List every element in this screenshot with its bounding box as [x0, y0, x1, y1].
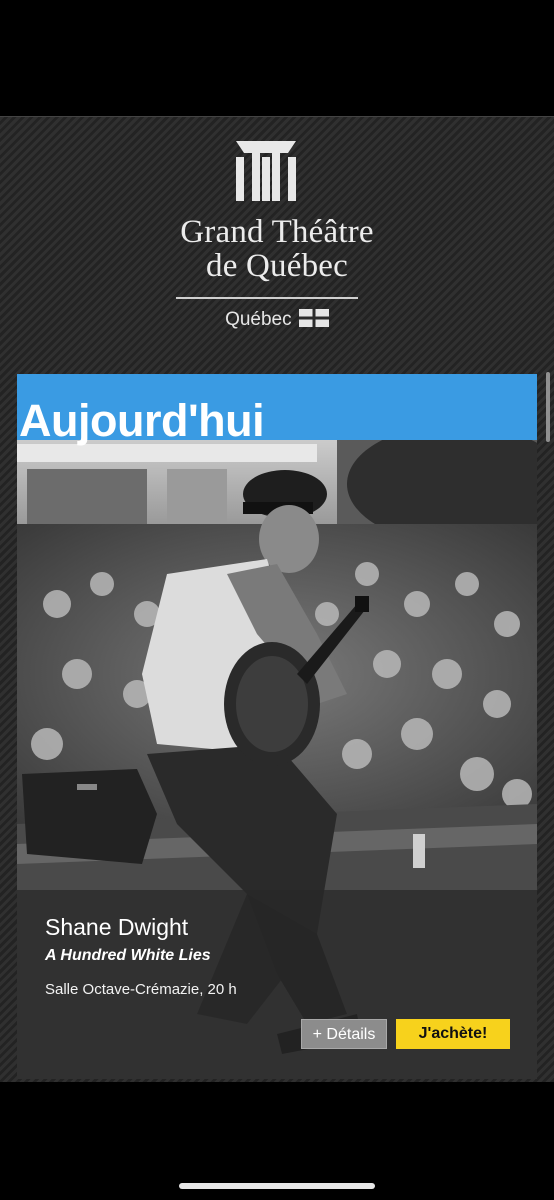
show-title: A Hundred White Lies: [45, 947, 211, 964]
details-button[interactable]: + Détails: [301, 1019, 387, 1049]
app-screen: Grand Théâtre de Québec Québec Aujourd'h…: [0, 116, 554, 1083]
quebec-flag-icon: [298, 308, 329, 327]
sponsor-label: Québec: [225, 309, 292, 330]
brand-name: Grand Théâtre de Québec: [0, 215, 554, 283]
status-bar-area: [0, 0, 554, 116]
brand-line-2: de Québec: [206, 248, 348, 284]
buy-ticket-button[interactable]: J'achète!: [396, 1019, 510, 1049]
brand-line-1: Grand Théâtre: [180, 214, 374, 250]
artist-name[interactable]: Shane Dwight: [45, 913, 188, 941]
sponsor-logo: Québec: [0, 308, 554, 332]
theatre-logo-icon: [236, 141, 296, 201]
home-indicator[interactable]: [179, 1183, 375, 1189]
today-banner-title: Aujourd'hui: [19, 395, 265, 446]
scrollbar[interactable]: [546, 372, 550, 442]
brand-divider: [176, 297, 358, 299]
venue-time: Salle Octave-Crémazie, 20 h: [45, 981, 237, 998]
featured-event-card[interactable]: Aujourd'hui Shane Dwight A Hundred White…: [17, 374, 537, 1079]
